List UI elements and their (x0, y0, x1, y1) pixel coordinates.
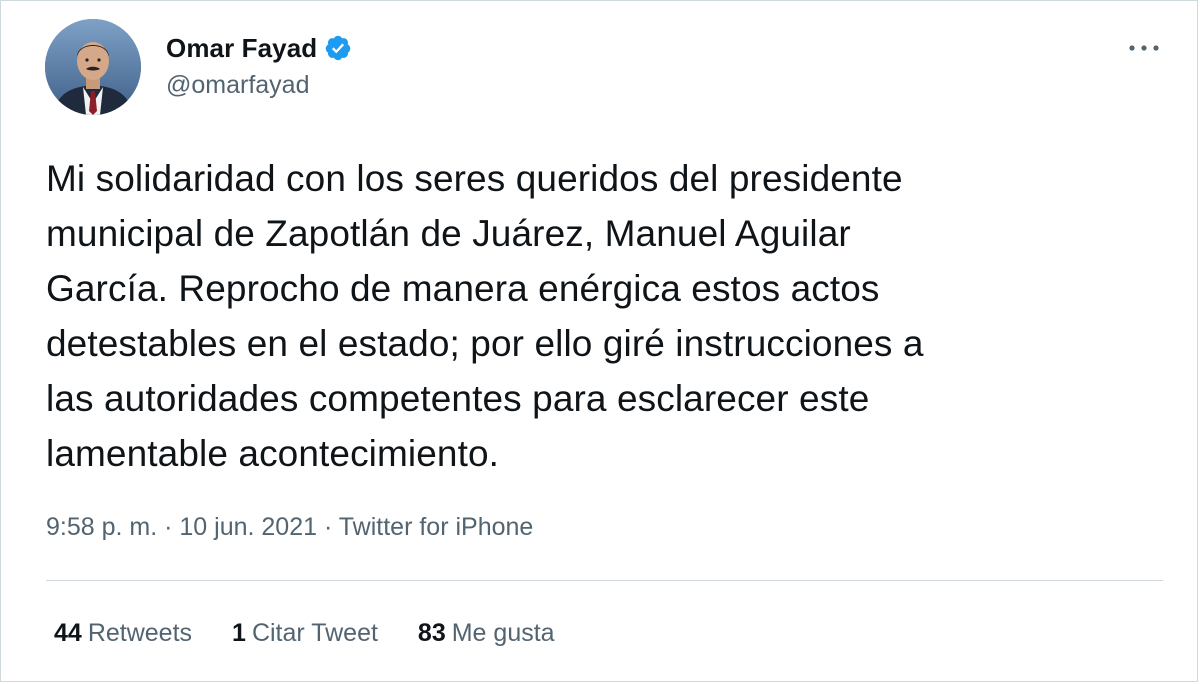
meta-separator: · (157, 513, 180, 541)
tweet-stats: 44 Retweets 1 Citar Tweet 83 Me gusta (54, 619, 595, 648)
quote-tweets-stat[interactable]: 1 Citar Tweet (232, 619, 378, 648)
retweets-stat[interactable]: 44 Retweets (54, 619, 192, 648)
avatar[interactable] (45, 19, 141, 115)
tweet-text: Mi solidaridad con los seres queridos de… (46, 158, 924, 474)
tweet-meta: 9:58 p. m. · 10 jun. 2021 · Twitter for … (46, 513, 533, 542)
tweet-source[interactable]: Twitter for iPhone (339, 513, 534, 541)
likes-stat[interactable]: 83 Me gusta (418, 619, 555, 648)
likes-label: Me gusta (451, 619, 555, 647)
likes-count: 83 (417, 619, 446, 647)
author-handle[interactable]: @omarfayad (166, 71, 352, 100)
retweets-label: Retweets (87, 619, 193, 647)
quote-tweets-label: Citar Tweet (251, 619, 378, 647)
author-display-name[interactable]: Omar Fayad (166, 33, 317, 64)
verified-badge-icon (324, 34, 352, 62)
meta-separator: · (317, 513, 339, 541)
quote-tweets-count: 1 (232, 619, 246, 647)
profile-photo-icon (45, 19, 141, 115)
more-options-icon (1129, 45, 1159, 51)
divider (46, 580, 1163, 581)
tweet-time[interactable]: 9:58 p. m. (46, 513, 157, 541)
tweet-date[interactable]: 10 jun. 2021 (179, 513, 317, 541)
retweets-count: 44 (54, 619, 82, 647)
tweet-card: Omar Fayad @omarfayad Mi solidaridad con… (0, 0, 1198, 682)
author-info: Omar Fayad @omarfayad (166, 31, 352, 100)
more-options-button[interactable] (1123, 33, 1165, 63)
author-name-row: Omar Fayad (166, 31, 352, 65)
